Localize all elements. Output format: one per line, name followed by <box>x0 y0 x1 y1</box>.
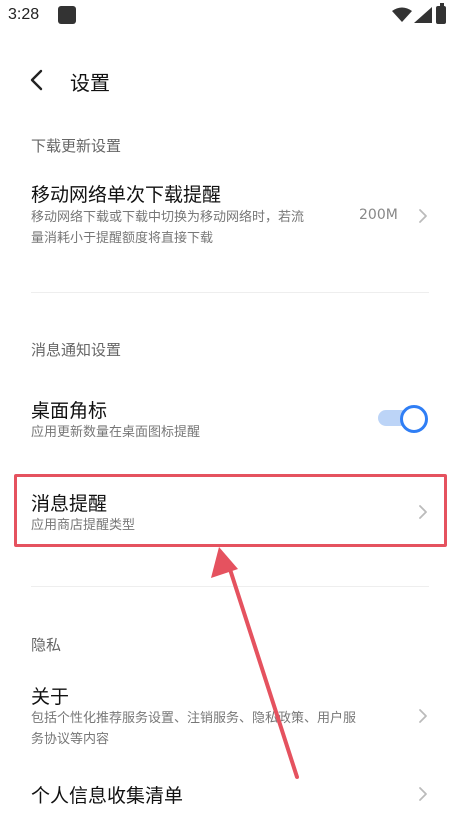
setting-subtitle-line2: 量消耗小于提醒额度将直接下载 <box>31 231 214 246</box>
chevron-right-icon <box>419 209 427 223</box>
wifi-icon <box>392 7 412 22</box>
battery-icon <box>436 3 446 24</box>
divider <box>31 586 429 587</box>
setting-subtitle-line1: 包括个性化推荐服务设置、注销服务、隐私政策、用户服 <box>31 711 357 726</box>
section-title-download: 下载更新设置 <box>31 137 122 155</box>
highlight-annotation-box <box>14 474 447 547</box>
toggle-thumb <box>400 405 428 433</box>
status-bar: 3:28 <box>0 0 459 32</box>
chevron-right-icon <box>419 787 427 801</box>
setting-title: 桌面角标 <box>31 400 108 422</box>
signal-icon <box>414 7 432 23</box>
page-title: 设置 <box>70 71 110 95</box>
setting-subtitle-line2: 务协议等内容 <box>31 732 110 747</box>
app-notification-icon <box>58 6 76 24</box>
setting-about[interactable]: 关于 包括个性化推荐服务设置、注销服务、隐私政策、用户服 务协议等内容 <box>0 680 459 750</box>
chevron-right-icon <box>419 709 427 723</box>
setting-subtitle: 应用更新数量在桌面图标提醒 <box>31 425 201 440</box>
setting-subtitle-line1: 移动网络下载或下载中切换为移动网络时，若流 <box>31 210 305 225</box>
divider <box>31 292 429 293</box>
setting-title: 关于 <box>31 686 70 708</box>
section-title-privacy: 隐私 <box>31 636 62 654</box>
setting-mobile-download[interactable]: 移动网络单次下载提醒 移动网络下载或下载中切换为移动网络时，若流 量消耗小于提醒… <box>0 176 459 252</box>
badge-toggle[interactable] <box>378 405 430 433</box>
setting-title: 个人信息收集清单 <box>31 785 184 807</box>
back-arrow-icon <box>30 69 43 91</box>
setting-personal-info[interactable]: 个人信息收集清单 <box>0 780 459 810</box>
setting-title: 移动网络单次下载提醒 <box>31 184 222 206</box>
back-button[interactable] <box>24 66 52 94</box>
header: 设置 <box>0 56 459 104</box>
status-time: 3:28 <box>8 6 40 23</box>
setting-value: 200M <box>359 207 398 223</box>
section-title-notification: 消息通知设置 <box>31 341 122 359</box>
